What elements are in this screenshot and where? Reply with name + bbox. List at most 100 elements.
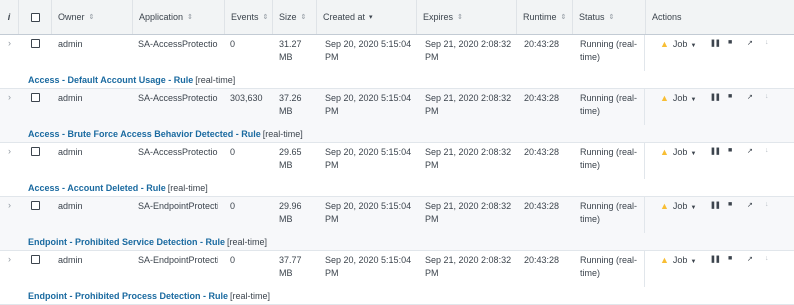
column-divider (644, 89, 645, 125)
download-icon[interactable]: ↓ (765, 147, 769, 154)
status-line-1: Running (real- (580, 255, 638, 265)
status-cell: Running (real- time) (580, 92, 637, 118)
size-cell: 29.96 MB (279, 200, 302, 226)
status-line-1: Running (real- (580, 147, 638, 157)
search-name-text: Access - Brute Force Access Behavior Det… (28, 129, 261, 139)
expires-header-label: Expires (423, 12, 454, 22)
row-checkbox[interactable] (31, 255, 40, 264)
realtime-suffix: [real-time] (230, 291, 271, 301)
size-header-label: Size (279, 12, 297, 22)
application-column-header[interactable]: Application ⇕ (132, 0, 224, 34)
warning-icon[interactable]: ▲ (660, 93, 669, 103)
job-menu-button[interactable]: Job ▼ (673, 39, 696, 49)
warning-icon[interactable]: ▲ (660, 147, 669, 157)
download-icon[interactable]: ↓ (765, 93, 769, 100)
row-checkbox[interactable] (31, 147, 40, 156)
expires-time: PM (425, 268, 439, 278)
owner-cell: admin (58, 93, 83, 103)
owner-cell: admin (58, 39, 83, 49)
sort-descending-icon: ▾ (369, 14, 373, 21)
status-header-label: Status (579, 12, 605, 22)
created-at-column-header[interactable]: Created at ▾ (316, 0, 416, 34)
search-name-link[interactable]: Endpoint - Prohibited Service Detection … (28, 237, 267, 247)
size-value: 37.77 (279, 255, 302, 265)
search-name-link[interactable]: Endpoint - Prohibited Process Detection … (28, 291, 270, 301)
expand-row-icon[interactable]: › (8, 38, 11, 48)
events-column-header[interactable]: Events ⇕ (224, 0, 272, 34)
search-name-link[interactable]: Access - Brute Force Access Behavior Det… (28, 129, 303, 139)
caret-down-icon: ▼ (690, 97, 697, 103)
share-icon[interactable]: ↗ (747, 201, 753, 209)
pause-icon[interactable]: ❚❚ (710, 255, 721, 263)
size-unit: MB (279, 268, 293, 278)
download-icon[interactable]: ↓ (765, 201, 769, 208)
created-time: PM (325, 52, 339, 62)
events-cell: 303,630 (230, 93, 263, 103)
warning-icon[interactable]: ▲ (660, 39, 669, 49)
pause-icon[interactable]: ❚❚ (710, 201, 721, 209)
job-menu-button[interactable]: Job ▼ (673, 93, 696, 103)
search-name-row: Endpoint - Prohibited Service Detection … (0, 233, 794, 251)
expires-column-header[interactable]: Expires ⇕ (416, 0, 516, 34)
job-menu-label: Job (672, 201, 688, 211)
share-icon[interactable]: ↗ (747, 147, 753, 155)
pause-icon[interactable]: ❚❚ (710, 93, 721, 101)
actions-cell: ▲ Job ▼ ❚❚ ■ ↗ ↓ (660, 39, 769, 49)
size-column-header[interactable]: Size ⇕ (272, 0, 316, 34)
expand-row-icon[interactable]: › (8, 146, 11, 156)
search-name-row: Access - Default Account Usage - Rule [re… (0, 71, 794, 89)
expand-row-icon[interactable]: › (8, 254, 11, 264)
size-cell: 29.65 MB (279, 146, 302, 172)
status-line-1: Running (real- (580, 201, 638, 211)
warning-icon[interactable]: ▲ (660, 201, 669, 211)
created-at-cell: Sep 20, 2020 5:15:04 PM (325, 146, 411, 172)
actions-cell: ▲ Job ▼ ❚❚ ■ ↗ ↓ (660, 147, 769, 157)
created-at-cell: Sep 20, 2020 5:15:04 PM (325, 38, 411, 64)
stop-icon[interactable]: ■ (728, 201, 732, 208)
status-cell: Running (real- time) (580, 254, 637, 280)
sort-icon: ⇕ (187, 14, 193, 21)
job-menu-button[interactable]: Job ▼ (673, 255, 696, 265)
table-row: › admin SA-EndpointProtection 0 29.96 MB… (0, 197, 794, 251)
search-name-link[interactable]: Access - Default Account Usage - Rule [re… (28, 75, 235, 85)
created-time: PM (325, 268, 339, 278)
warning-icon[interactable]: ▲ (660, 255, 669, 265)
stop-icon[interactable]: ■ (728, 39, 732, 46)
owner-column-header[interactable]: Owner ⇕ (51, 0, 132, 34)
job-row-main: › admin SA-EndpointProtection 0 29.96 MB… (0, 197, 794, 233)
row-checkbox[interactable] (31, 93, 40, 102)
job-menu-label: Job (672, 255, 688, 265)
share-icon[interactable]: ↗ (747, 39, 753, 47)
status-line-2: time) (580, 214, 600, 224)
runtime-cell: 20:43:28 (524, 147, 560, 157)
table-row: › admin SA-EndpointProtection 0 37.77 MB… (0, 251, 794, 305)
created-time: PM (325, 106, 339, 116)
created-date: Sep 20, 2020 5:15:04 (325, 255, 412, 265)
pause-icon[interactable]: ❚❚ (710, 147, 721, 155)
expand-row-icon[interactable]: › (8, 92, 11, 102)
size-cell: 37.26 MB (279, 92, 302, 118)
search-name-text: Access - Default Account Usage - Rule (28, 75, 194, 85)
pause-icon[interactable]: ❚❚ (710, 39, 721, 47)
share-icon[interactable]: ↗ (747, 93, 753, 101)
select-all-checkbox[interactable] (30, 12, 40, 22)
stop-icon[interactable]: ■ (728, 147, 732, 154)
row-checkbox[interactable] (31, 201, 40, 210)
job-menu-button[interactable]: Job ▼ (673, 201, 696, 211)
share-icon[interactable]: ↗ (747, 255, 753, 263)
search-name-link[interactable]: Access - Account Deleted - Rule [real-tim… (28, 183, 208, 193)
runtime-column-header[interactable]: Runtime ⇕ (516, 0, 572, 34)
row-checkbox[interactable] (31, 39, 40, 48)
runtime-header-label: Runtime (523, 12, 557, 22)
application-cell: SA-AccessProtection (138, 39, 218, 49)
job-menu-button[interactable]: Job ▼ (673, 147, 696, 157)
caret-down-icon: ▼ (690, 259, 697, 265)
application-cell: SA-EndpointProtection (138, 201, 218, 211)
status-column-header[interactable]: Status ⇕ (572, 0, 645, 34)
download-icon[interactable]: ↓ (765, 39, 769, 46)
expand-row-icon[interactable]: › (8, 200, 11, 210)
download-icon[interactable]: ↓ (765, 255, 769, 262)
stop-icon[interactable]: ■ (728, 93, 732, 100)
caret-down-icon: ▼ (690, 151, 697, 157)
stop-icon[interactable]: ■ (728, 255, 732, 262)
